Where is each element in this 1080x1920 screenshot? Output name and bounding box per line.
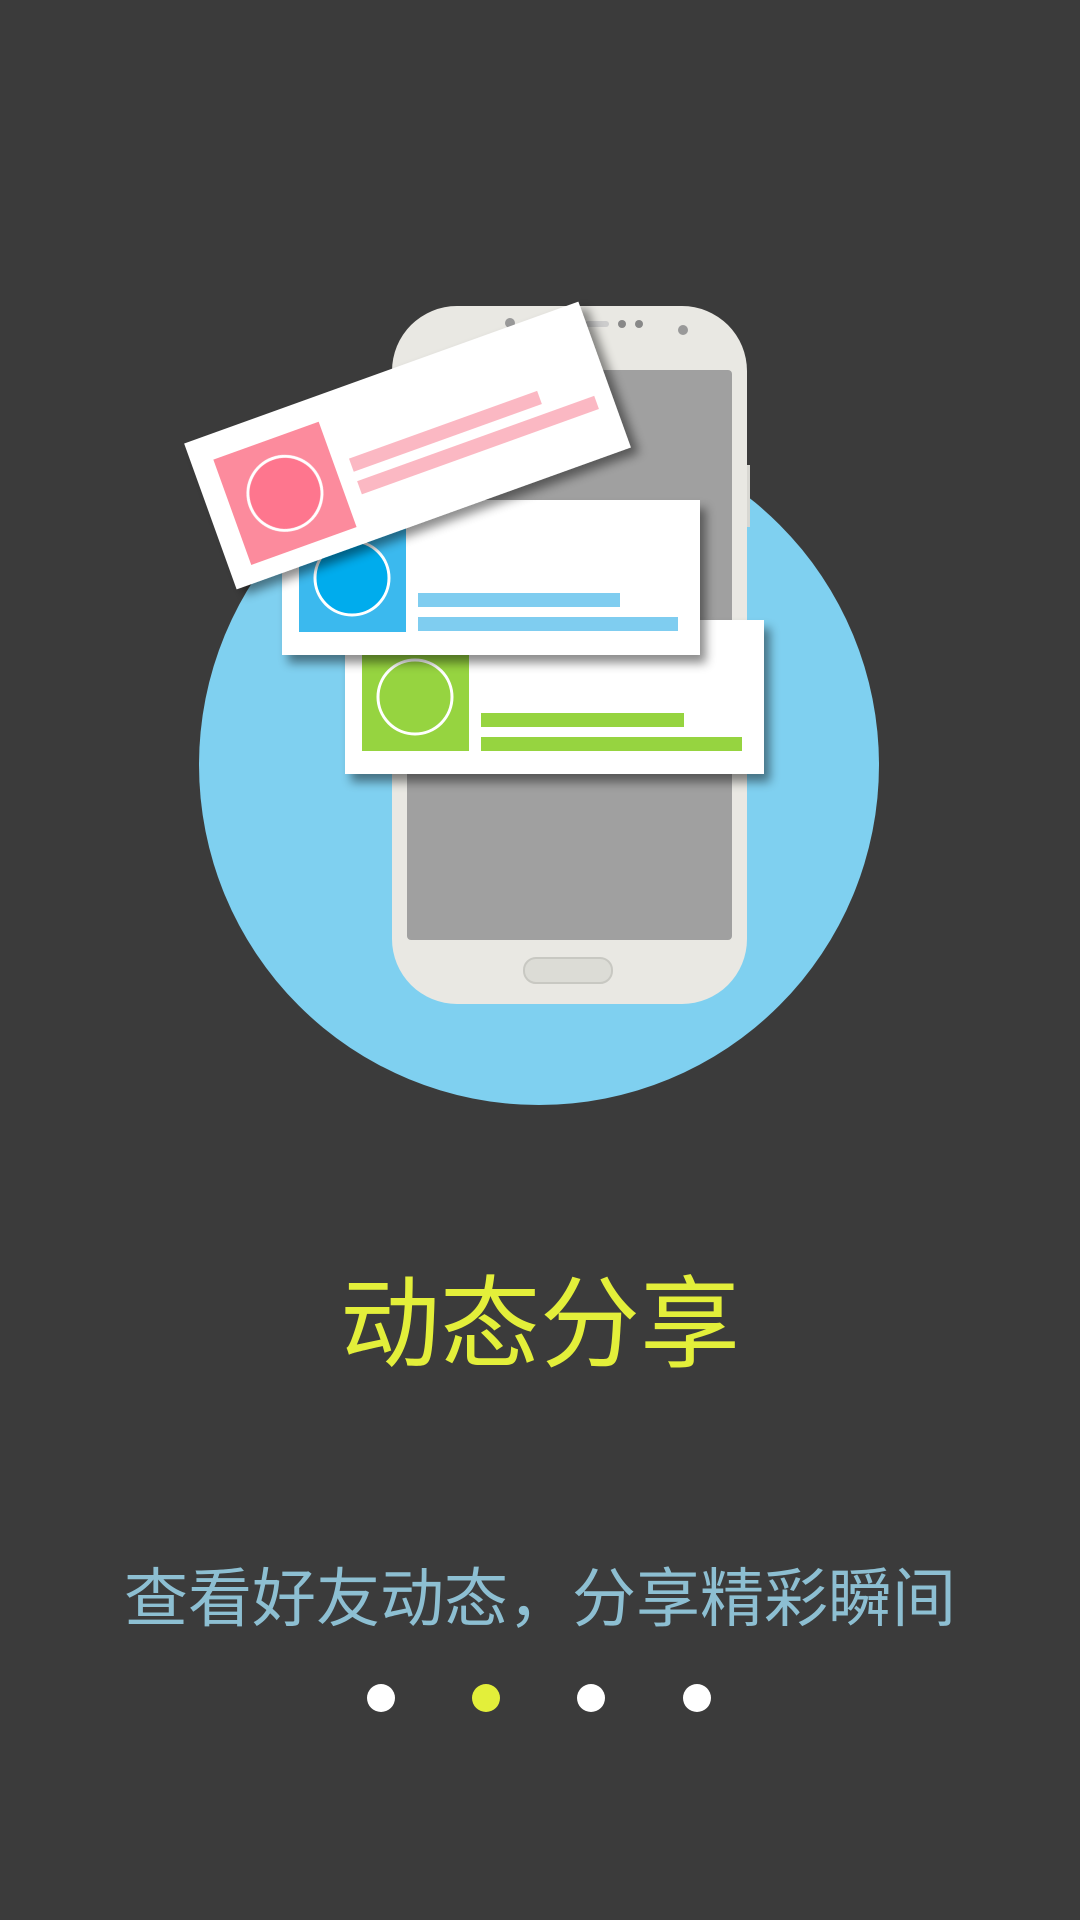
page-dot-4[interactable]	[683, 1684, 711, 1712]
page-indicator	[0, 1684, 1080, 1712]
page-dot-3[interactable]	[577, 1684, 605, 1712]
home-button	[523, 957, 613, 984]
page-subtitle: 查看好友动态，分享精彩瞬间	[124, 1563, 956, 1637]
avatar-circle	[376, 658, 454, 736]
page-title: 动态分享	[340, 1266, 740, 1383]
page-dot-2-active[interactable]	[472, 1684, 500, 1712]
page-dot-1[interactable]	[367, 1684, 395, 1712]
